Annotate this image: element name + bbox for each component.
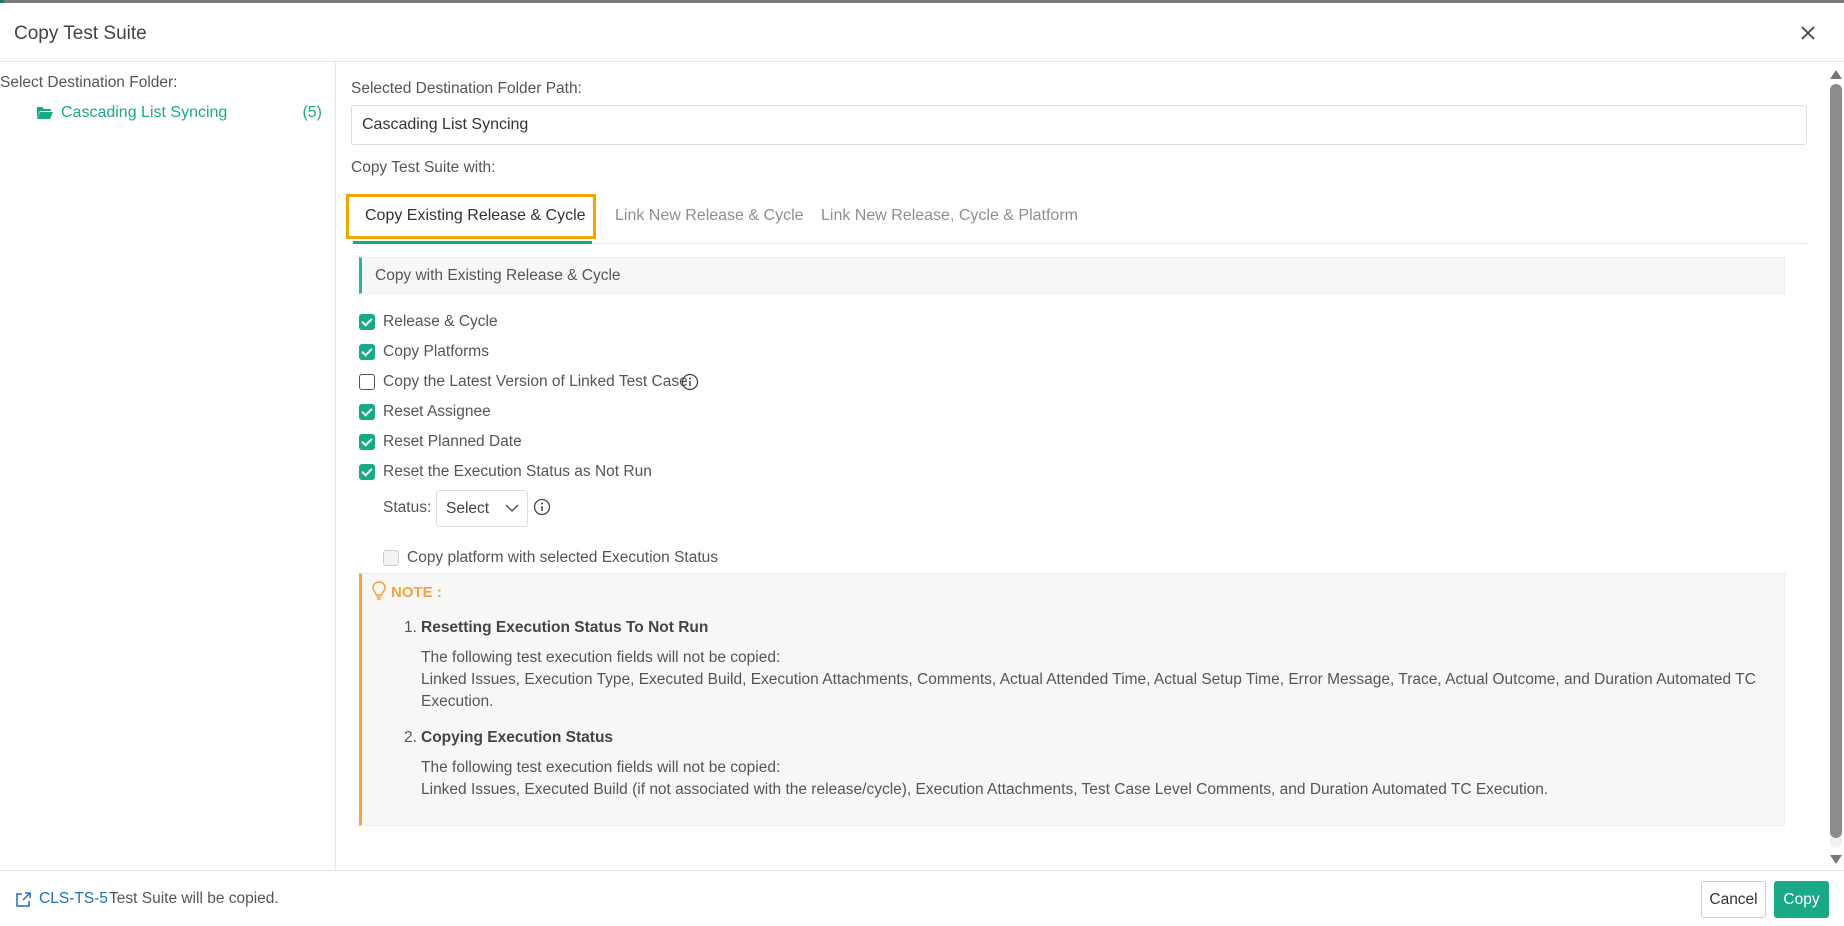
- note-item-heading: Resetting Execution Status To Not Run: [421, 619, 709, 636]
- external-link-icon[interactable]: [15, 891, 32, 908]
- note-item-number: 2.: [404, 729, 417, 746]
- path-label: Selected Destination Folder Path:: [351, 80, 582, 97]
- tab-label: Link New Release & Cycle: [615, 207, 804, 224]
- tab-link-new-release-cycle-platform[interactable]: Link New Release, Cycle & Platform: [805, 192, 1078, 244]
- checkbox-checked[interactable]: [359, 314, 375, 330]
- dialog-title: Copy Test Suite: [14, 23, 147, 44]
- note-item-fields: Linked Issues, Executed Build (if not as…: [421, 781, 1549, 798]
- tab-label: Link New Release, Cycle & Platform: [821, 207, 1078, 224]
- scroll-down-arrow-icon[interactable]: [1830, 855, 1842, 864]
- checkbox-disabled[interactable]: [383, 550, 399, 566]
- option-label: Copy the Latest Version of Linked Test C…: [383, 373, 688, 390]
- option-label: Copy Platforms: [383, 343, 489, 360]
- note-box: NOTE : 1. Resetting Execution Status To …: [359, 573, 1785, 826]
- option-label: Release & Cycle: [383, 313, 498, 330]
- scroll-up-arrow-icon[interactable]: [1830, 70, 1842, 79]
- select-folder-label: Select Destination Folder:: [0, 74, 178, 91]
- option-copy-platform-with-status[interactable]: Copy platform with selected Execution St…: [383, 546, 1283, 570]
- scrollbar-thumb[interactable]: [1830, 84, 1842, 838]
- info-icon[interactable]: [681, 373, 699, 391]
- option-reset-execution-status[interactable]: Reset the Execution Status as Not Run: [359, 460, 1259, 484]
- copy-button[interactable]: Copy: [1774, 881, 1829, 918]
- folder-item-cascading-list-syncing[interactable]: Cascading List Syncing (5): [36, 102, 326, 126]
- status-dropdown[interactable]: Select: [436, 490, 528, 527]
- option-reset-planned-date[interactable]: Reset Planned Date: [359, 430, 1259, 454]
- footer-message: Test Suite will be copied.: [109, 890, 279, 907]
- folder-open-icon: [37, 107, 53, 119]
- option-label: Reset the Execution Status as Not Run: [383, 463, 652, 480]
- folder-name: Cascading List Syncing: [61, 104, 228, 121]
- tab-copy-existing-release-cycle[interactable]: Copy Existing Release & Cycle: [346, 192, 596, 244]
- section-header: Copy with Existing Release & Cycle: [359, 257, 1785, 294]
- destination-folder-panel: Select Destination Folder: Cascading Lis…: [0, 62, 336, 870]
- checkbox-checked[interactable]: [359, 464, 375, 480]
- chevron-down-icon: [505, 504, 519, 513]
- note-title: NOTE :: [391, 584, 442, 601]
- lightbulb-icon: [372, 581, 386, 600]
- note-item-intro: The following test execution fields will…: [421, 759, 781, 776]
- copy-options-panel: Selected Destination Folder Path: Copy T…: [337, 62, 1824, 870]
- close-icon[interactable]: [1796, 21, 1820, 45]
- checkbox-checked[interactable]: [359, 404, 375, 420]
- checkbox-checked[interactable]: [359, 344, 375, 360]
- copy-mode-tabs: Copy Existing Release & Cycle Link New R…: [346, 192, 1807, 244]
- note-item-fields: Linked Issues, Execution Type, Executed …: [421, 671, 1756, 710]
- dialog-footer: CLS-TS-5 Test Suite will be copied. Canc…: [0, 870, 1844, 926]
- note-item-heading: Copying Execution Status: [421, 729, 614, 746]
- option-label: Copy platform with selected Execution St…: [407, 549, 719, 566]
- folder-count: (5): [302, 104, 322, 121]
- option-copy-platforms[interactable]: Copy Platforms: [359, 340, 1259, 364]
- cancel-button[interactable]: Cancel: [1701, 881, 1766, 918]
- option-copy-latest-version[interactable]: Copy the Latest Version of Linked Test C…: [359, 370, 1259, 394]
- checkbox-checked[interactable]: [359, 434, 375, 450]
- destination-path-field[interactable]: [351, 105, 1807, 145]
- note-item-number: 1.: [404, 619, 417, 636]
- option-label: Reset Assignee: [383, 403, 491, 420]
- dialog-header: Copy Test Suite: [0, 3, 1844, 62]
- active-tab-underline: [353, 241, 592, 244]
- status-selected-value: Select: [446, 500, 490, 517]
- tab-link-new-release-cycle[interactable]: Link New Release & Cycle: [609, 192, 804, 244]
- status-label: Status:: [383, 499, 432, 516]
- section-title: Copy with Existing Release & Cycle: [375, 267, 621, 284]
- info-icon[interactable]: [533, 498, 551, 516]
- option-label: Reset Planned Date: [383, 433, 522, 450]
- test-suite-link[interactable]: CLS-TS-5: [39, 890, 108, 908]
- tab-label: Copy Existing Release & Cycle: [365, 207, 586, 224]
- checkbox-unchecked[interactable]: [359, 374, 375, 390]
- copy-with-label: Copy Test Suite with:: [351, 159, 496, 176]
- option-reset-assignee[interactable]: Reset Assignee: [359, 400, 1259, 424]
- note-item-intro: The following test execution fields will…: [421, 649, 781, 666]
- option-release-cycle[interactable]: Release & Cycle: [359, 310, 1259, 334]
- vertical-scrollbar[interactable]: [1826, 62, 1844, 870]
